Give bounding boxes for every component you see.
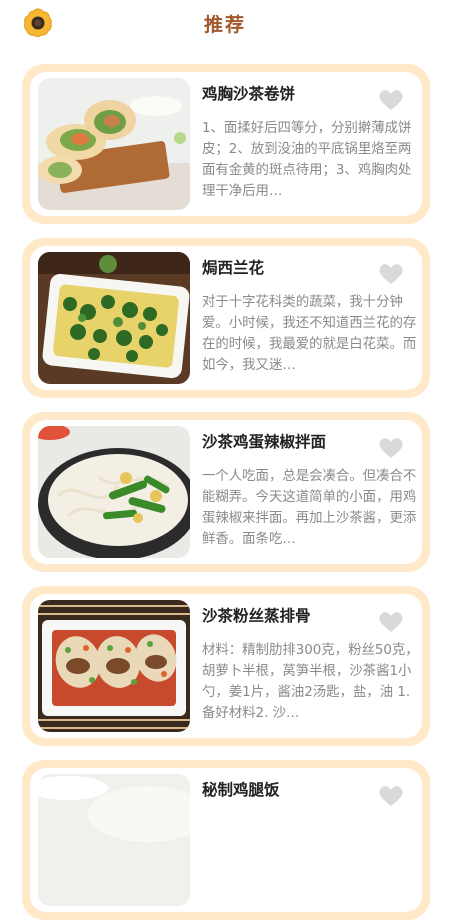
recipe-title: 沙茶鸡蛋辣椒拌面 [202,433,327,451]
recipe-card[interactable]: 沙茶粉丝蒸排骨 材料：精制肋排300克，粉丝50克，胡萝卜半根，莴笋半根，沙茶酱… [22,586,430,746]
heart-icon[interactable] [378,436,404,460]
recipe-thumbnail [38,426,190,558]
recipe-description: 一个人吃面，总是会凑合。但凑合不能糊弄。今天这道简单的小面，用鸡蛋辣椒来拌面。再… [202,469,417,547]
recipe-card[interactable]: 秘制鸡腿饭 [22,760,430,920]
recipe-description: 材料：精制肋排300克，粉丝50克，胡萝卜半根，莴笋半根，沙茶酱1小勺，姜1片，… [202,643,419,721]
recipe-thumbnail [38,252,190,384]
recipe-list: 鸡胸沙茶卷饼 1、面揉好后四等分，分别擀薄成饼皮；2、放到没油的平底锅里烙至两面… [0,0,450,920]
heart-icon[interactable] [378,262,404,286]
recipe-thumbnail [38,600,190,732]
recipe-card[interactable]: 焗西兰花 对于十字花科类的蔬菜，我十分钟爱。小时候，我还不知道西兰花的存在的时候… [22,238,430,398]
recipe-thumbnail [38,774,190,906]
recipe-title: 沙茶粉丝蒸排骨 [202,607,311,625]
recipe-title: 焗西兰花 [202,259,265,277]
recipe-description: 1、面揉好后四等分，分别擀薄成饼皮；2、放到没油的平底锅里烙至两面有金黄的斑点待… [202,121,412,199]
recipe-title: 秘制鸡腿饭 [202,781,280,799]
heart-icon[interactable] [378,610,404,634]
recipe-title: 鸡胸沙茶卷饼 [202,85,296,103]
recipe-card-body: 沙茶鸡蛋辣椒拌面 一个人吃面，总是会凑合。但凑合不能糊弄。今天这道简单的小面，用… [30,420,422,564]
recipe-card-body: 秘制鸡腿饭 [30,768,422,912]
recipe-description: 对于十字花科类的蔬菜，我十分钟爱。小时候，我还不知道西兰花的存在的时候，我最爱的… [202,295,417,373]
recipe-card-body: 鸡胸沙茶卷饼 1、面揉好后四等分，分别擀薄成饼皮；2、放到没油的平底锅里烙至两面… [30,72,422,216]
recipe-thumbnail [38,78,190,210]
recipe-card[interactable]: 鸡胸沙茶卷饼 1、面揉好后四等分，分别擀薄成饼皮；2、放到没油的平底锅里烙至两面… [22,64,430,224]
recipe-card[interactable]: 沙茶鸡蛋辣椒拌面 一个人吃面，总是会凑合。但凑合不能糊弄。今天这道简单的小面，用… [22,412,430,572]
recipe-card-body: 沙茶粉丝蒸排骨 材料：精制肋排300克，粉丝50克，胡萝卜半根，莴笋半根，沙茶酱… [30,594,422,738]
recipe-description [202,814,424,898]
heart-icon[interactable] [378,784,404,808]
heart-icon[interactable] [378,88,404,112]
recipe-card-body: 焗西兰花 对于十字花科类的蔬菜，我十分钟爱。小时候，我还不知道西兰花的存在的时候… [30,246,422,390]
